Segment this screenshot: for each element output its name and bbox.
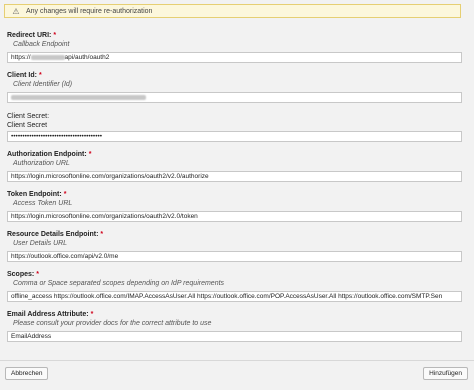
email-attribute-label: Email Address Attribute: * xyxy=(7,311,94,318)
email-attribute-field: Email Address Attribute: * Please consult… xyxy=(7,310,462,342)
token-endpoint-help: Access Token URL xyxy=(13,200,73,207)
redacted-host xyxy=(30,54,65,60)
authorization-endpoint-label: Authorization Endpoint: * xyxy=(7,151,92,158)
resource-details-endpoint-input[interactable]: https://outlook.office.com/api/v2.0/me xyxy=(7,251,462,262)
client-id-field: Client Id: * Client Identifier (Id) xyxy=(7,71,462,103)
client-secret-field: Client Secret: Client Secret •••••••••••… xyxy=(7,112,462,142)
email-attribute-input[interactable]: EmailAddress xyxy=(7,331,462,342)
redirect-uri-label: Redirect URI: * xyxy=(7,32,57,39)
warning-triangle-icon: ⚠ xyxy=(12,6,20,16)
cancel-button[interactable]: Abbrechen xyxy=(5,367,49,380)
resource-details-endpoint-label: Resource Details Endpoint: * xyxy=(7,231,104,238)
dialog-footer: Abbrechen Hinzufügen xyxy=(0,360,474,390)
resource-details-endpoint-field: Resource Details Endpoint: * User Details… xyxy=(7,230,462,262)
client-id-label: Client Id: * xyxy=(7,72,42,79)
token-endpoint-field: Token Endpoint: * Access Token URL https:… xyxy=(7,190,462,222)
resource-details-endpoint-help: User Details URL xyxy=(13,240,68,247)
redacted-client-id xyxy=(11,94,146,100)
token-endpoint-label: Token Endpoint: * xyxy=(7,191,67,198)
scopes-help: Comma or Space separated scopes dependin… xyxy=(13,280,225,287)
scopes-field: Scopes: * Comma or Space separated scopes… xyxy=(7,270,462,302)
email-attribute-help: Please consult your provider docs for th… xyxy=(13,320,212,327)
client-id-input[interactable] xyxy=(7,92,462,103)
redirect-uri-input[interactable]: https://api/auth/oauth2 xyxy=(7,52,462,63)
authorization-endpoint-input[interactable]: https://login.microsoftonline.com/organi… xyxy=(7,171,462,182)
client-secret-input[interactable]: •••••••••••••••••••••••••••••••••••••••• xyxy=(7,131,462,142)
redirect-uri-field: Redirect URI: * Callback Endpoint https:/… xyxy=(7,31,462,63)
token-endpoint-input[interactable]: https://login.microsoftonline.com/organi… xyxy=(7,211,462,222)
add-button[interactable]: Hinzufügen xyxy=(423,367,468,380)
warning-text: Any changes will require re-authorizatio… xyxy=(26,7,153,15)
authorization-endpoint-help: Authorization URL xyxy=(13,160,70,167)
client-id-help: Client Identifier (Id) xyxy=(13,81,73,88)
scopes-input[interactable]: offline_access https://outlook.office.co… xyxy=(7,291,462,302)
authorization-endpoint-field: Authorization Endpoint: * Authorization U… xyxy=(7,150,462,182)
reauthorization-warning: ⚠ Any changes will require re-authorizat… xyxy=(4,4,461,18)
client-secret-label: Client Secret: xyxy=(7,113,50,120)
client-secret-sublabel: Client Secret xyxy=(7,122,48,129)
redirect-uri-help: Callback Endpoint xyxy=(13,41,70,48)
scopes-label: Scopes: * xyxy=(7,271,39,278)
